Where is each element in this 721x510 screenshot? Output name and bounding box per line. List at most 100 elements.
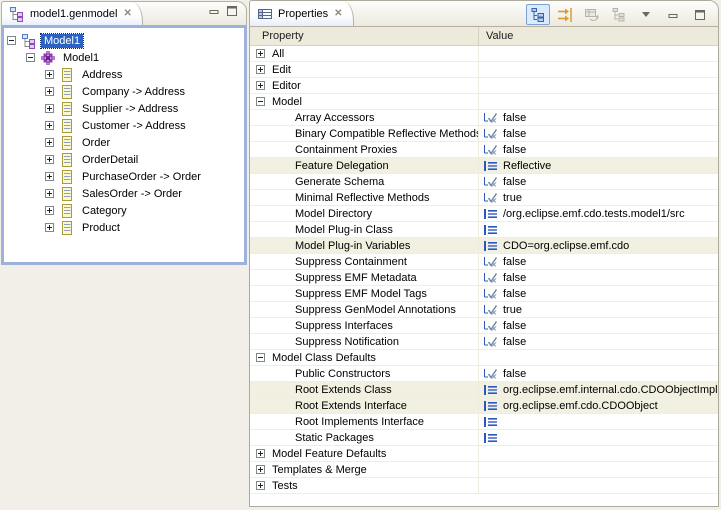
tree-expander-icon[interactable] [26, 53, 35, 62]
category-row[interactable]: Editor [250, 78, 718, 94]
property-row[interactable]: Generate Schemafalse [250, 174, 718, 190]
column-header-property[interactable]: Property [250, 27, 479, 45]
property-value-cell[interactable] [479, 462, 718, 477]
tree-item[interactable]: OrderDetail [4, 151, 244, 168]
maximize-button[interactable] [688, 4, 712, 25]
property-value-cell[interactable] [479, 62, 718, 77]
property-row[interactable]: Suppress Notificationfalse [250, 334, 718, 350]
property-row[interactable]: Model Plug-in VariablesCDO=org.eclipse.e… [250, 238, 718, 254]
tree-item[interactable]: Customer -> Address [4, 117, 244, 134]
category-expander-icon[interactable] [256, 449, 265, 458]
tab-properties[interactable]: Properties ✕ [250, 1, 354, 26]
category-row[interactable]: Model Feature Defaults [250, 446, 718, 462]
property-row[interactable]: Suppress EMF Model Tagsfalse [250, 286, 718, 302]
property-row[interactable]: Root Extends Interfaceorg.eclipse.emf.cd… [250, 398, 718, 414]
property-value-cell[interactable]: false [479, 318, 718, 333]
column-header-value[interactable]: Value [479, 27, 718, 45]
category-row[interactable]: Edit [250, 62, 718, 78]
property-value-cell[interactable]: Reflective [479, 158, 718, 173]
close-icon[interactable]: ✕ [122, 9, 132, 19]
property-value-cell[interactable]: org.eclipse.emf.cdo.CDOObject [479, 398, 718, 413]
property-value-cell[interactable]: false [479, 174, 718, 189]
property-row[interactable]: Suppress Interfacesfalse [250, 318, 718, 334]
property-row[interactable]: Suppress EMF Metadatafalse [250, 270, 718, 286]
tab-model1-genmodel[interactable]: model1.genmodel ✕ [2, 2, 143, 26]
tree-item[interactable]: Order [4, 134, 244, 151]
property-value-cell[interactable]: org.eclipse.emf.internal.cdo.CDOObjectIm… [479, 382, 718, 397]
property-value-cell[interactable]: /org.eclipse.emf.cdo.tests.model1/src [479, 206, 718, 221]
tree-item[interactable]: Supplier -> Address [4, 100, 244, 117]
tree-expander-icon[interactable] [45, 189, 54, 198]
property-value-cell[interactable]: false [479, 286, 718, 301]
property-row[interactable]: Suppress Containmentfalse [250, 254, 718, 270]
pin-to-selection-button[interactable] [607, 4, 631, 25]
category-row[interactable]: Templates & Merge [250, 462, 718, 478]
minimize-button[interactable] [661, 4, 685, 25]
category-row[interactable]: All [250, 46, 718, 62]
tree-expander-icon[interactable] [45, 70, 54, 79]
tree-expander-icon[interactable] [45, 104, 54, 113]
property-value-cell[interactable]: false [479, 254, 718, 269]
tree-expander-icon[interactable] [45, 138, 54, 147]
property-row[interactable]: Minimal Reflective Methodstrue [250, 190, 718, 206]
property-row[interactable]: Root Extends Classorg.eclipse.emf.intern… [250, 382, 718, 398]
show-categories-button[interactable] [526, 4, 550, 25]
property-value-cell[interactable] [479, 94, 718, 109]
view-menu-button[interactable] [634, 4, 658, 25]
category-expander-icon[interactable] [256, 65, 265, 74]
tree-item[interactable]: Category [4, 202, 244, 219]
property-value-cell[interactable]: false [479, 126, 718, 141]
category-row[interactable]: Model [250, 94, 718, 110]
property-value-cell[interactable]: false [479, 366, 718, 381]
minimize-button[interactable] [209, 6, 220, 16]
close-icon[interactable]: ✕ [333, 9, 343, 19]
tree-expander-icon[interactable] [45, 223, 54, 232]
property-row[interactable]: Model Plug-in Class [250, 222, 718, 238]
property-row[interactable]: Model Directory/org.eclipse.emf.cdo.test… [250, 206, 718, 222]
tree-item[interactable]: Model1 [4, 32, 244, 49]
property-value-cell[interactable]: false [479, 110, 718, 125]
tree-item[interactable]: Address [4, 66, 244, 83]
property-row[interactable]: Binary Compatible Reflective Methodsfals… [250, 126, 718, 142]
tree-item[interactable]: SalesOrder -> Order [4, 185, 244, 202]
tree-item[interactable]: Model1 [4, 49, 244, 66]
property-row[interactable]: Root Implements Interface [250, 414, 718, 430]
property-value-cell[interactable] [479, 350, 718, 365]
category-row[interactable]: Model Class Defaults [250, 350, 718, 366]
property-value-cell[interactable] [479, 446, 718, 461]
tree-item[interactable]: Company -> Address [4, 83, 244, 100]
property-value-cell[interactable]: false [479, 270, 718, 285]
property-value-cell[interactable]: false [479, 142, 718, 157]
tree-expander-icon[interactable] [45, 87, 54, 96]
property-value-cell[interactable] [479, 78, 718, 93]
tree-expander-icon[interactable] [45, 206, 54, 215]
tree-expander-icon[interactable] [7, 36, 16, 45]
property-value-cell[interactable] [479, 478, 718, 493]
property-row[interactable]: Static Packages [250, 430, 718, 446]
maximize-button[interactable] [227, 6, 238, 16]
property-value-cell[interactable]: CDO=org.eclipse.emf.cdo [479, 238, 718, 253]
category-expander-icon[interactable] [256, 465, 265, 474]
tree-item[interactable]: PurchaseOrder -> Order [4, 168, 244, 185]
tree-expander-icon[interactable] [45, 155, 54, 164]
property-row[interactable]: Array Accessorsfalse [250, 110, 718, 126]
property-value-cell[interactable]: true [479, 302, 718, 317]
tree-expander-icon[interactable] [45, 121, 54, 130]
show-advanced-button[interactable] [553, 4, 577, 25]
category-expander-icon[interactable] [256, 97, 265, 106]
tree-item[interactable]: Product [4, 219, 244, 236]
category-expander-icon[interactable] [256, 49, 265, 58]
property-row[interactable]: Public Constructorsfalse [250, 366, 718, 382]
property-value-cell[interactable] [479, 222, 718, 237]
property-row[interactable]: Suppress GenModel Annotationstrue [250, 302, 718, 318]
category-expander-icon[interactable] [256, 481, 265, 490]
category-row[interactable]: Tests [250, 478, 718, 494]
tree-expander-icon[interactable] [45, 172, 54, 181]
property-value-cell[interactable] [479, 46, 718, 61]
category-expander-icon[interactable] [256, 81, 265, 90]
property-row[interactable]: Feature DelegationReflective [250, 158, 718, 174]
category-expander-icon[interactable] [256, 353, 265, 362]
property-value-cell[interactable] [479, 430, 718, 445]
property-value-cell[interactable]: true [479, 190, 718, 205]
property-row[interactable]: Containment Proxiesfalse [250, 142, 718, 158]
